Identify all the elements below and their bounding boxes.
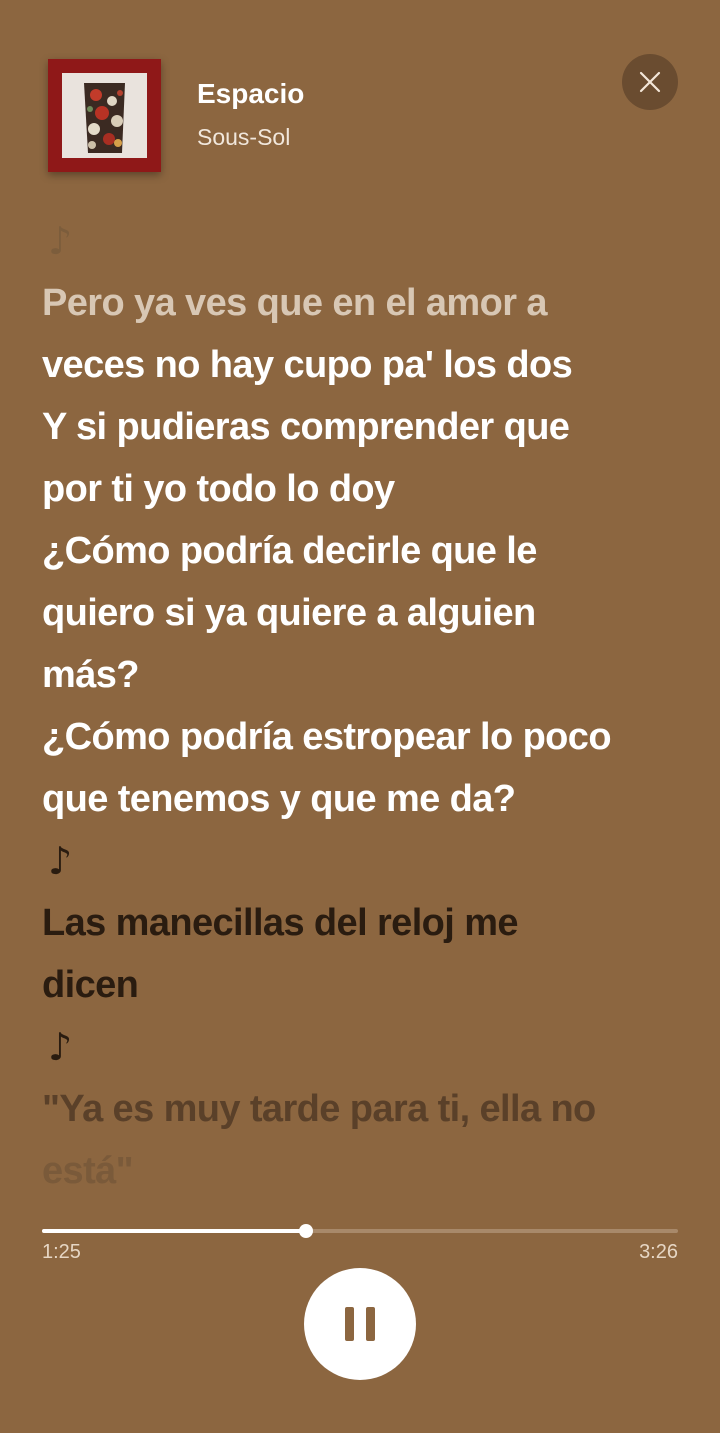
progress-handle[interactable] bbox=[298, 1224, 313, 1238]
close-icon bbox=[639, 71, 661, 93]
pause-icon bbox=[339, 1307, 381, 1341]
track-title: Espacio bbox=[197, 78, 305, 109]
lyrics-panel[interactable]: ♪ Pero ya ves que en el amor a veces no ha… bbox=[42, 210, 692, 1195]
elapsed-time: 1:25 bbox=[42, 1241, 81, 1263]
lyric-line[interactable]: "Ya es muy tarde para ti, ella no bbox=[42, 1078, 692, 1140]
lyric-line[interactable]: está" bbox=[42, 1140, 692, 1195]
lyric-line[interactable]: ¿Cómo podría decirle que le bbox=[42, 520, 692, 582]
pause-button[interactable] bbox=[304, 1268, 416, 1380]
progress-bar[interactable] bbox=[42, 1224, 678, 1238]
now-playing-header: Espacio Sous-Sol bbox=[0, 0, 720, 200]
lyric-line[interactable]: Las manecillas del reloj me bbox=[42, 892, 692, 954]
music-note-icon: ♪ bbox=[48, 219, 73, 263]
lyric-line[interactable]: dicen bbox=[42, 954, 692, 1016]
lyric-line[interactable]: Pero ya ves que en el amor a bbox=[42, 272, 692, 334]
album-art[interactable] bbox=[48, 59, 161, 172]
close-button[interactable] bbox=[622, 54, 678, 110]
total-time: 3:26 bbox=[639, 1241, 678, 1263]
progress-fill bbox=[42, 1229, 306, 1233]
lyric-line[interactable]: más? bbox=[42, 644, 692, 706]
lyric-line[interactable]: que tenemos y que me da? bbox=[42, 768, 692, 830]
lyric-line[interactable]: veces no hay cupo pa' los dos bbox=[42, 334, 692, 396]
lyric-line[interactable]: por ti yo todo lo doy bbox=[42, 458, 692, 520]
lyric-line[interactable]: Y si pudieras comprender que bbox=[42, 396, 692, 458]
album-cover-image bbox=[62, 73, 147, 158]
music-note-icon: ♪ bbox=[48, 839, 73, 883]
track-artist[interactable]: Sous-Sol bbox=[197, 124, 290, 151]
lyric-line[interactable]: quiero si ya quiere a alguien bbox=[42, 582, 692, 644]
lyric-line[interactable]: ¿Cómo podría estropear lo poco bbox=[42, 706, 692, 768]
music-note-icon: ♪ bbox=[48, 1025, 73, 1069]
